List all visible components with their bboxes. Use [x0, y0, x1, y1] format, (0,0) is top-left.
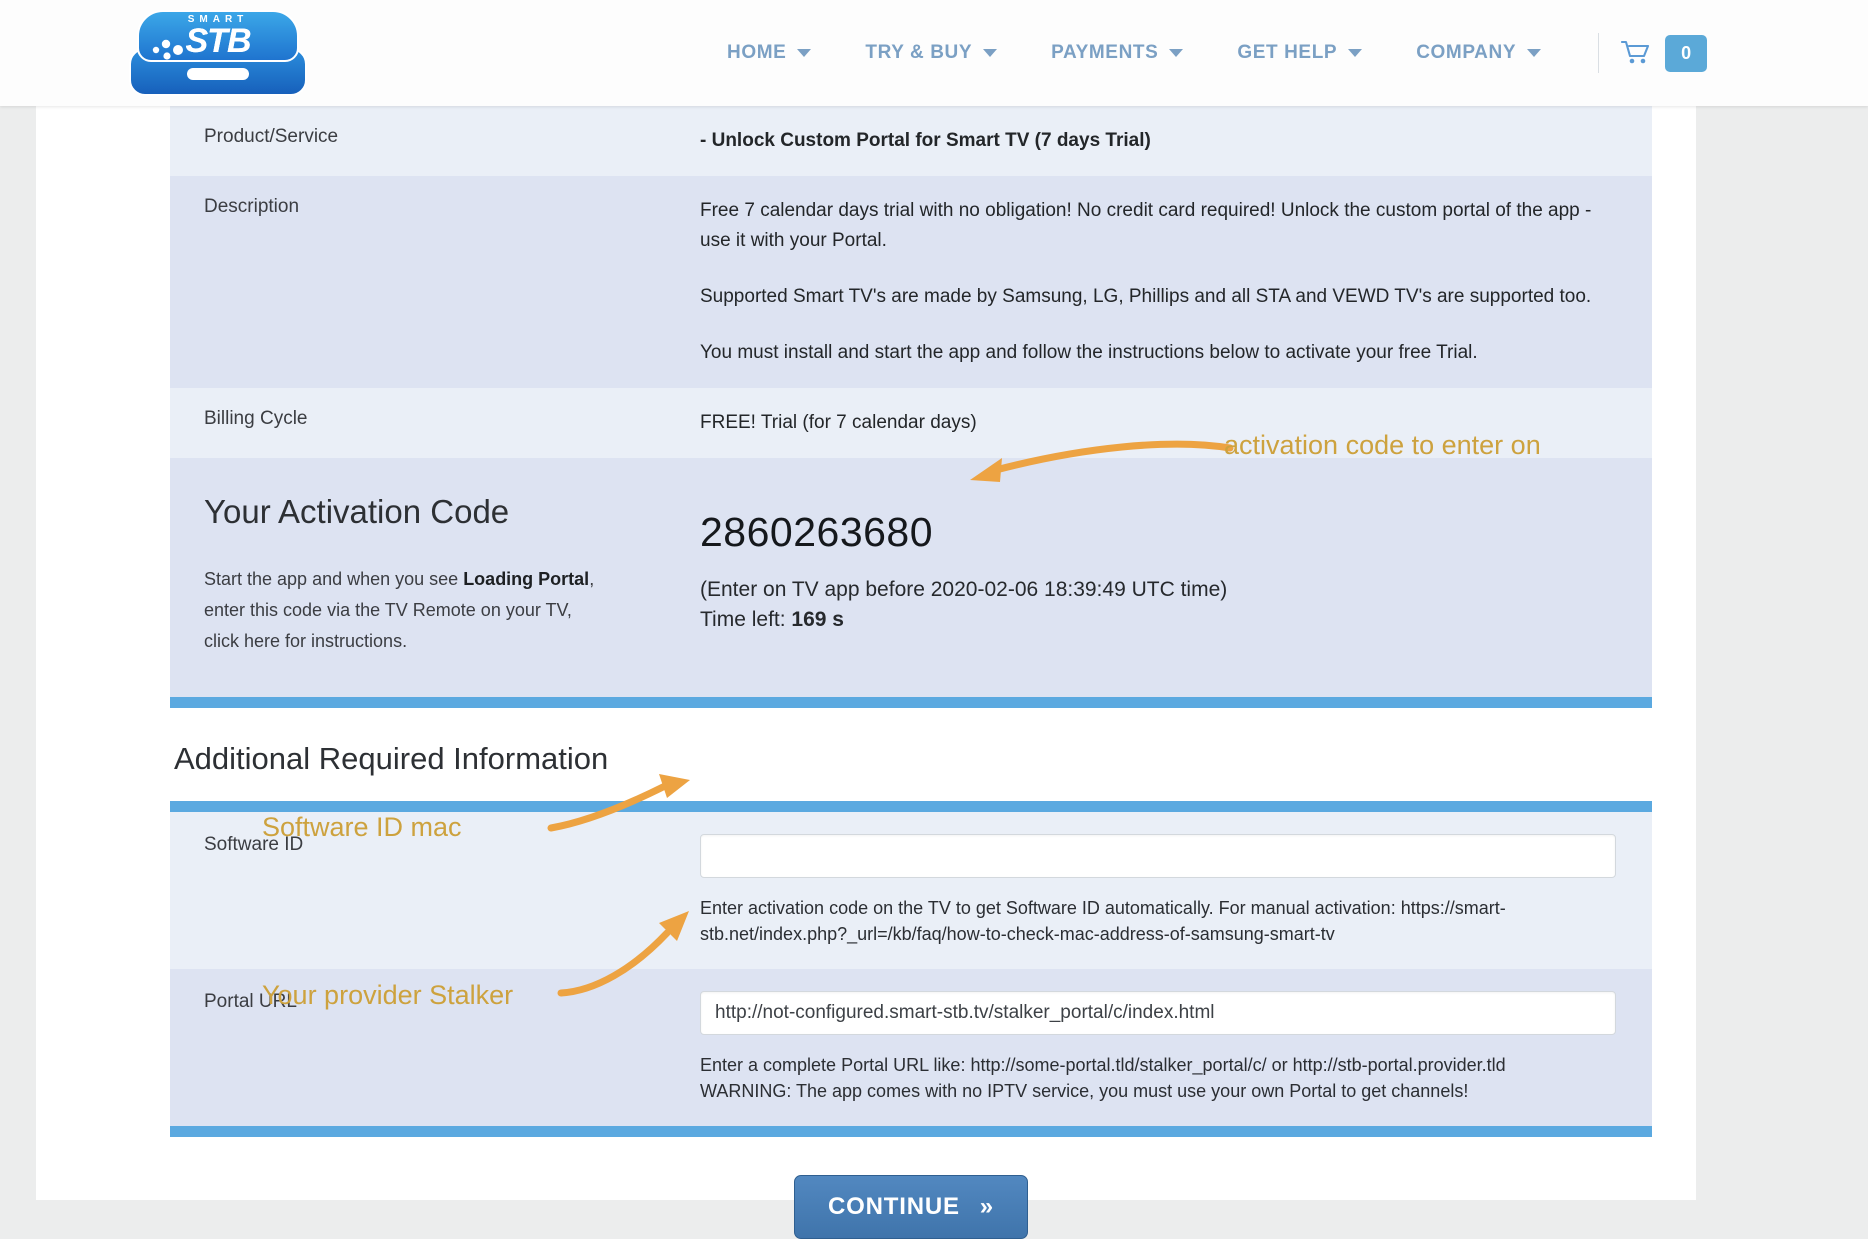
row-value: FREE! Trial (for 7 calendar days): [700, 388, 1652, 458]
instructions-bold: Loading Portal: [463, 569, 589, 589]
nav-item-payments[interactable]: PAYMENTS: [1024, 42, 1210, 64]
row-label: Product/Service: [170, 106, 700, 176]
description-paragraph: Free 7 calendar days trial with no oblig…: [700, 196, 1612, 256]
activation-code-value: 2860263680: [700, 512, 1612, 553]
nav-item-label: PAYMENTS: [1051, 42, 1158, 64]
nav-item-label: TRY & BUY: [865, 42, 972, 64]
table-row-billing-cycle: Billing Cycle FREE! Trial (for 7 calenda…: [170, 388, 1652, 458]
table-row-software-id: Software ID Enter activation code on the…: [170, 812, 1652, 969]
software-id-label: Software ID: [170, 812, 700, 969]
logo-slot-shape: [187, 68, 249, 80]
activation-right-cell: 2860263680 (Enter on TV app before 2020-…: [700, 458, 1652, 697]
nav-item-label: COMPANY: [1416, 42, 1516, 64]
accent-bar-top: [170, 697, 1652, 708]
order-summary-table: Product/Service - Unlock Custom Portal f…: [170, 106, 1652, 697]
chevron-down-icon: [1527, 49, 1541, 57]
accent-bar-middle: [170, 801, 1652, 812]
logo-dots-icon: [151, 36, 195, 62]
software-id-input[interactable]: [700, 834, 1616, 878]
portal-url-help-line2: WARNING: The app comes with no IPTV serv…: [700, 1079, 1616, 1105]
row-label: Billing Cycle: [170, 388, 700, 458]
page-content: Product/Service - Unlock Custom Portal f…: [170, 106, 1652, 1239]
software-id-help: Enter activation code on the TV to get S…: [700, 896, 1616, 947]
nav-item-home[interactable]: HOME: [700, 42, 838, 64]
nav-item-try-and-buy[interactable]: TRY & BUY: [838, 42, 1024, 64]
portal-url-field-cell: Enter a complete Portal URL like: http:/…: [700, 969, 1652, 1126]
table-row-portal-url: Portal URL Enter a complete Portal URL l…: [170, 969, 1652, 1126]
continue-button-label: CONTINUE: [828, 1193, 960, 1221]
cart-icon[interactable]: [1621, 40, 1651, 66]
row-label: Description: [170, 176, 700, 388]
portal-url-help: Enter a complete Portal URL like: http:/…: [700, 1053, 1616, 1104]
main-navigation: HOME TRY & BUY PAYMENTS GET HELP COMPANY: [700, 0, 1707, 106]
site-header: SMART STB HOME TRY & BUY PAYMENTS GET HE…: [0, 0, 1868, 106]
cart-area[interactable]: 0: [1621, 35, 1707, 72]
double-chevron-right-icon: »: [980, 1193, 994, 1221]
table-row-product: Product/Service - Unlock Custom Portal f…: [170, 106, 1652, 176]
activation-instructions: Start the app and when you see Loading P…: [204, 564, 604, 657]
activation-title: Your Activation Code: [204, 494, 660, 530]
additional-info-table: Software ID Enter activation code on the…: [170, 812, 1652, 1126]
activation-expiry-line: (Enter on TV app before 2020-02-06 18:39…: [700, 575, 1612, 605]
continue-button[interactable]: CONTINUE »: [794, 1175, 1028, 1239]
activation-time-left: Time left: 169 s: [700, 605, 1612, 635]
activation-left-cell: Your Activation Code Start the app and w…: [170, 458, 700, 697]
nav-item-get-help[interactable]: GET HELP: [1210, 42, 1389, 64]
row-value: Free 7 calendar days trial with no oblig…: [700, 176, 1652, 388]
time-left-label: Time left:: [700, 608, 791, 631]
time-left-value: 169 s: [791, 608, 844, 631]
description-paragraph: Supported Smart TV's are made by Samsung…: [700, 282, 1612, 312]
accent-bar-bottom: [170, 1126, 1652, 1137]
table-row-activation: Your Activation Code Start the app and w…: [170, 458, 1652, 697]
nav-divider: [1598, 33, 1599, 73]
table-row-description: Description Free 7 calendar days trial w…: [170, 176, 1652, 388]
continue-button-wrap: CONTINUE »: [170, 1175, 1652, 1239]
description-paragraph: You must install and start the app and f…: [700, 338, 1612, 368]
nav-item-label: HOME: [727, 42, 786, 64]
activation-expiry: (Enter on TV app before 2020-02-06 18:39…: [700, 575, 1612, 635]
chevron-down-icon: [1169, 49, 1183, 57]
chevron-down-icon: [797, 49, 811, 57]
chevron-down-icon: [1348, 49, 1362, 57]
portal-url-label: Portal URL: [170, 969, 700, 1126]
site-logo[interactable]: SMART STB: [129, 8, 307, 98]
page-title: Additional Required Information: [174, 741, 1652, 777]
instructions-part1: Start the app and when you see: [204, 569, 463, 589]
nav-item-company[interactable]: COMPANY: [1389, 42, 1568, 64]
nav-item-label: GET HELP: [1237, 42, 1337, 64]
page-canvas: Product/Service - Unlock Custom Portal f…: [36, 106, 1696, 1200]
portal-url-input[interactable]: [700, 991, 1616, 1035]
software-id-field-cell: Enter activation code on the TV to get S…: [700, 812, 1652, 969]
portal-url-help-line1: Enter a complete Portal URL like: http:/…: [700, 1053, 1616, 1079]
chevron-down-icon: [983, 49, 997, 57]
cart-count-badge[interactable]: 0: [1665, 35, 1707, 72]
row-value: - Unlock Custom Portal for Smart TV (7 d…: [700, 106, 1652, 176]
